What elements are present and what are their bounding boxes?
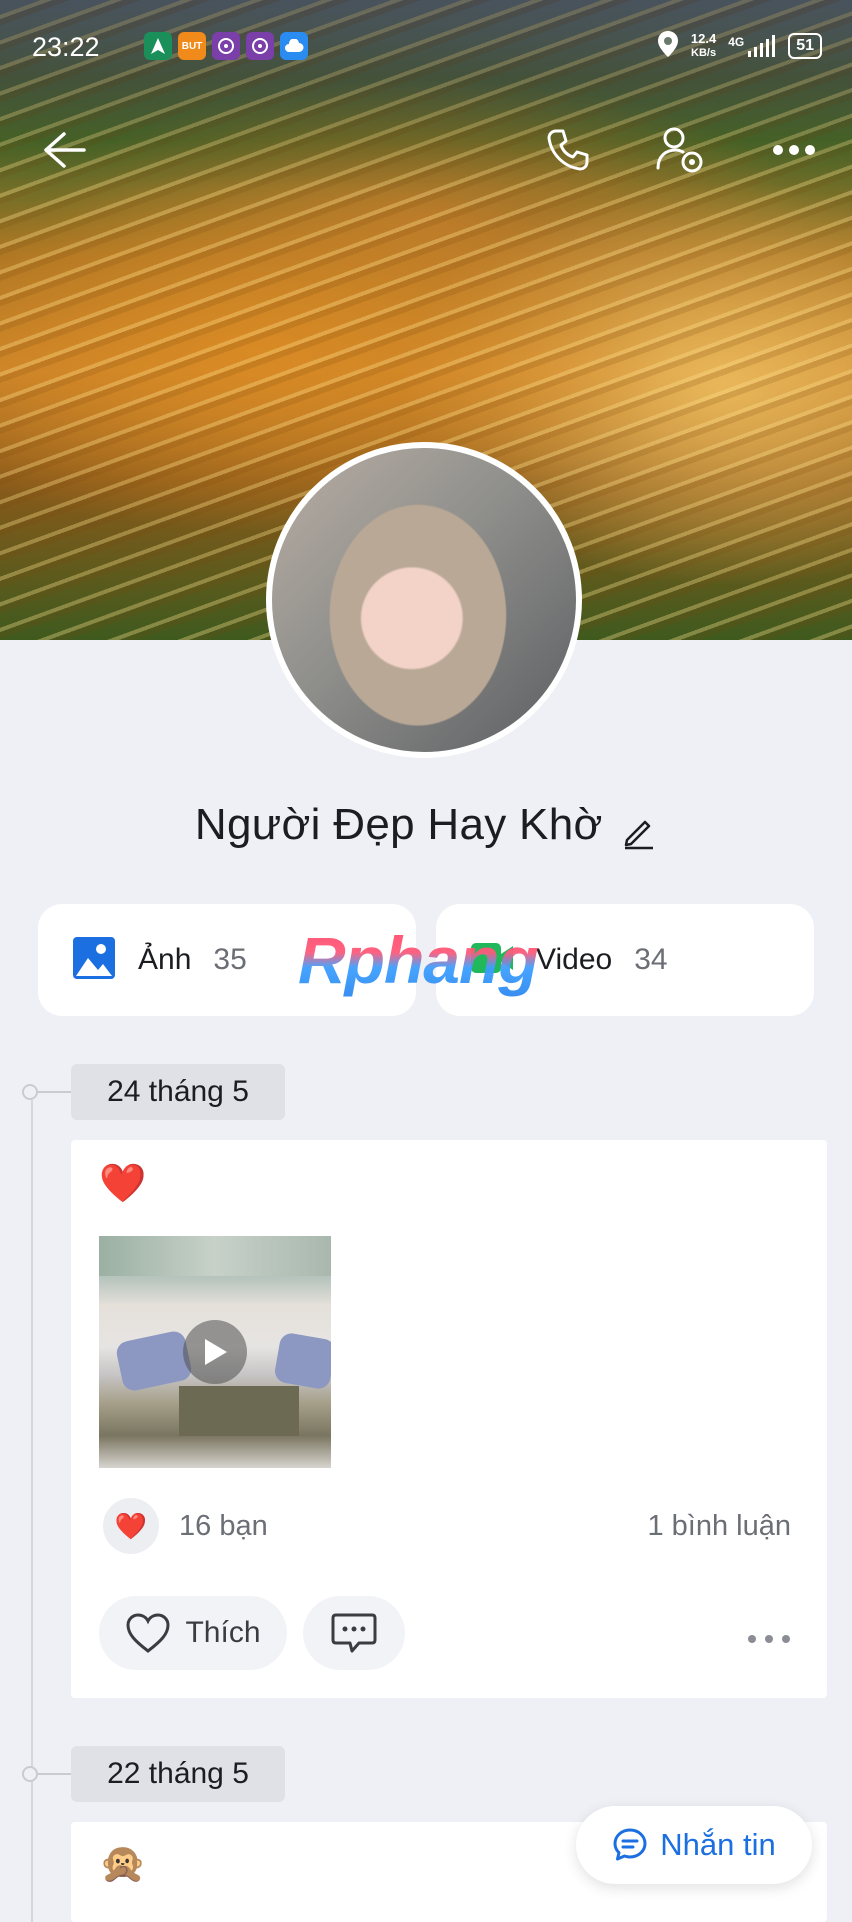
call-button[interactable] bbox=[538, 120, 598, 180]
message-button[interactable]: Nhắn tin bbox=[576, 1806, 812, 1884]
notification-icons: BUT bbox=[144, 32, 308, 60]
profile-name: Người Đẹp Hay Khờ bbox=[194, 800, 603, 849]
post-text-emoji: ❤️ bbox=[99, 1163, 147, 1205]
thumb-pillow-2 bbox=[273, 1331, 331, 1391]
photos-count: 35 bbox=[213, 943, 247, 976]
status-right: 12.4 KB/s 4G 51 bbox=[657, 30, 822, 61]
reaction-count[interactable]: 16 bạn bbox=[179, 1510, 268, 1543]
post-date-chip: 22 tháng 5 bbox=[71, 1746, 285, 1802]
network-speed: 12.4 KB/s bbox=[691, 32, 716, 60]
top-bar bbox=[0, 120, 852, 180]
comment-icon bbox=[331, 1613, 377, 1653]
maps-icon bbox=[144, 32, 172, 60]
phone-icon bbox=[547, 129, 589, 171]
back-arrow-icon bbox=[44, 132, 86, 168]
play-button[interactable] bbox=[183, 1320, 247, 1384]
heart-reaction-icon[interactable]: ❤️ bbox=[103, 1498, 159, 1554]
location-icon bbox=[657, 30, 679, 61]
edit-name-button[interactable] bbox=[621, 814, 657, 855]
signal-icon: 4G bbox=[728, 34, 776, 57]
status-bar: 23:22 BUT 12.4 KB/s 4G 51 bbox=[30, 28, 822, 68]
buffer-app-icon: BUT bbox=[178, 32, 206, 60]
speed-unit: KB/s bbox=[691, 46, 717, 59]
like-label: Thích bbox=[185, 1616, 261, 1649]
network-type: 4G bbox=[728, 34, 745, 49]
video-thumbnail[interactable] bbox=[99, 1236, 331, 1468]
thumb-pillow bbox=[114, 1329, 194, 1393]
reaction-summary: ❤️ 16 bạn 1 bình luận bbox=[103, 1498, 791, 1554]
videos-count: 34 bbox=[634, 943, 668, 976]
timeline-connector bbox=[38, 1091, 72, 1093]
like-button[interactable]: Thích bbox=[99, 1596, 287, 1670]
profile-name-row: Người Đẹp Hay Khờ bbox=[0, 800, 852, 855]
timeline-dot bbox=[22, 1084, 38, 1100]
pencil-icon bbox=[624, 821, 654, 850]
profile-avatar[interactable] bbox=[266, 442, 582, 758]
profile-settings-button[interactable] bbox=[650, 120, 710, 180]
post-more-button[interactable] bbox=[747, 1614, 791, 1653]
more-horizontal-icon bbox=[773, 145, 815, 155]
thumb-background bbox=[99, 1236, 331, 1276]
message-button-label: Nhắn tin bbox=[660, 1827, 776, 1862]
play-icon bbox=[205, 1339, 227, 1365]
more-options-button[interactable] bbox=[764, 120, 824, 180]
chat-bubble-icon bbox=[613, 1828, 647, 1861]
status-time: 23:22 bbox=[32, 32, 100, 62]
videos-label: Video bbox=[536, 943, 613, 976]
photos-label: Ảnh bbox=[138, 943, 192, 976]
wheel-app-icon bbox=[212, 32, 240, 60]
heart-outline-icon bbox=[126, 1613, 170, 1653]
post-text-emoji: 🙊 bbox=[99, 1843, 147, 1885]
speed-value: 12.4 bbox=[690, 30, 717, 46]
comment-count[interactable]: 1 bình luận bbox=[647, 1510, 791, 1543]
post-card[interactable]: ❤️ ❤️ 16 bạn 1 bình luận Thích bbox=[71, 1140, 827, 1698]
battery-indicator: 51 bbox=[788, 32, 822, 59]
timeline-dot bbox=[22, 1766, 38, 1782]
post-date-chip: 24 tháng 5 bbox=[71, 1064, 285, 1120]
cloud-icon bbox=[280, 32, 308, 60]
thumb-table bbox=[179, 1386, 299, 1436]
timeline-connector bbox=[38, 1773, 72, 1775]
back-button[interactable] bbox=[34, 120, 94, 180]
post-actions: Thích bbox=[99, 1596, 791, 1670]
more-horizontal-icon bbox=[748, 1634, 790, 1643]
watermark-logo: Rphang bbox=[298, 923, 539, 997]
photo-icon bbox=[72, 936, 116, 985]
comment-button[interactable] bbox=[303, 1596, 405, 1670]
user-settings-icon bbox=[656, 127, 703, 173]
wheel-app-icon-2 bbox=[246, 32, 274, 60]
timeline-line bbox=[31, 1100, 33, 1922]
